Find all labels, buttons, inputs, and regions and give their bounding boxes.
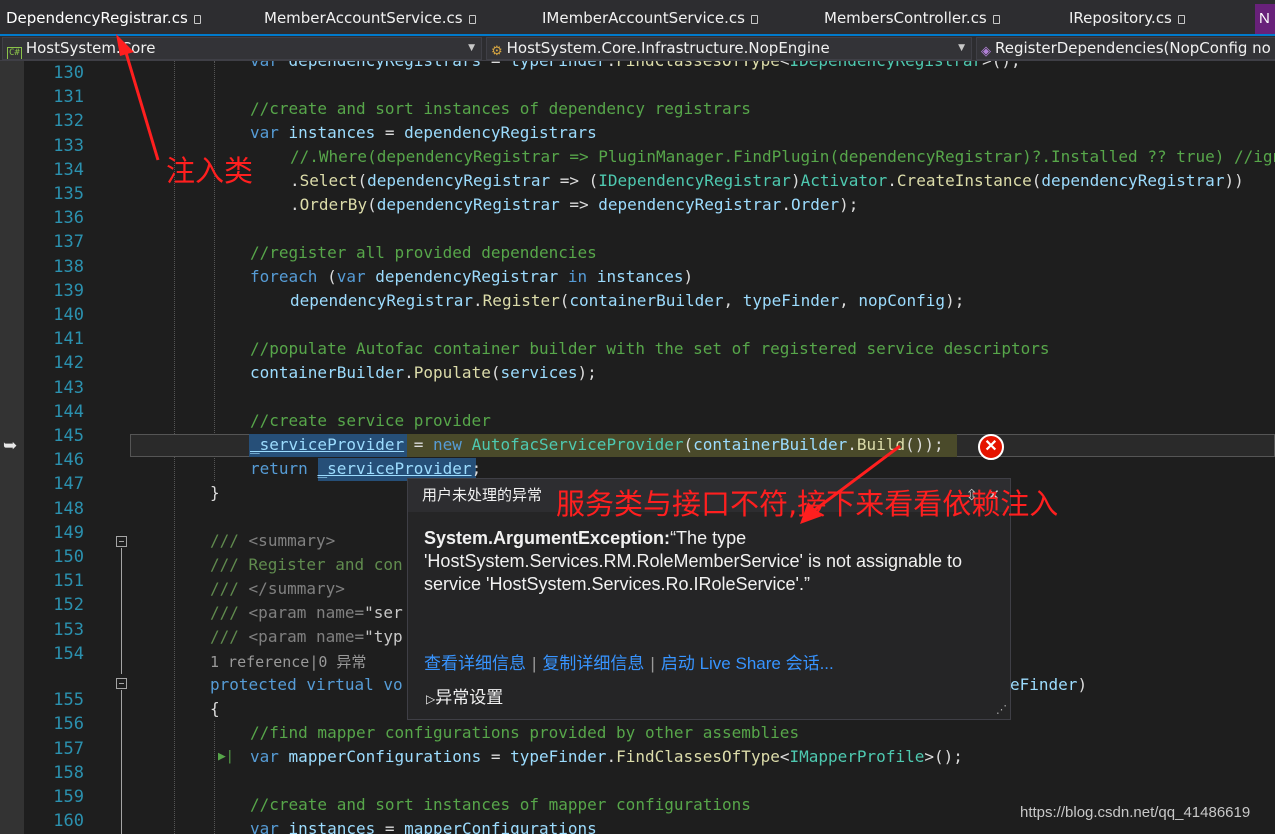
annotation-arrows xyxy=(116,34,901,524)
annotation-mismatch-note: 服务类与接口不符,接下来看看依赖注入 xyxy=(556,487,1059,521)
annotation-inject-class: 注入类 xyxy=(166,154,254,188)
watermark: https://blog.csdn.net/qq_41486619 xyxy=(1020,804,1251,821)
arrow-to-tab xyxy=(122,45,160,161)
arrowhead xyxy=(116,34,134,56)
